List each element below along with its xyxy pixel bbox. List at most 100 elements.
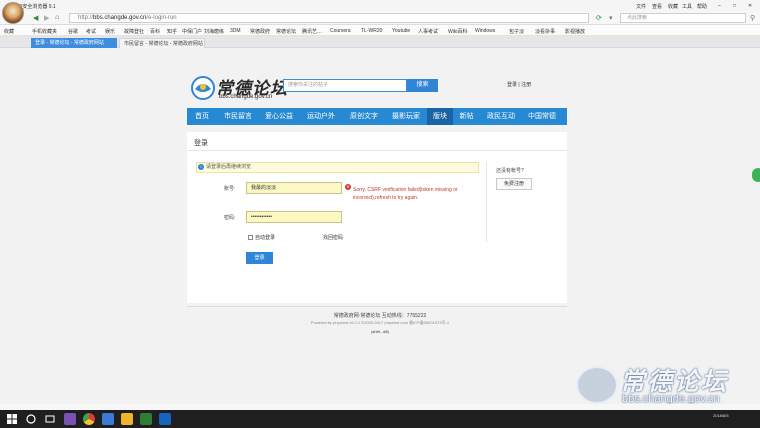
nav-photography[interactable]: 摄影玩家 — [385, 108, 427, 125]
bookmark-item[interactable]: 百科 — [150, 28, 160, 35]
taskbar-app-icon[interactable] — [159, 413, 171, 425]
bookmark-item[interactable]: 刘海磨练 — [204, 28, 224, 35]
login-button[interactable]: 登录 — [246, 252, 273, 264]
file-explorer-icon[interactable] — [121, 413, 133, 425]
browser-mascot-icon — [2, 2, 24, 24]
nav-outdoor[interactable]: 运动户外 — [299, 108, 343, 125]
menu-file[interactable]: 文件 — [636, 3, 646, 10]
login-title: 登录 — [194, 140, 208, 147]
account-field[interactable]: 我最的淡淡 — [246, 182, 342, 194]
nav-home[interactable]: 首页 — [187, 108, 217, 125]
bookmark-item[interactable]: Wiki百科 — [448, 28, 467, 35]
taskbar-clock: 2018/8/5 — [713, 413, 729, 418]
forgot-password-link[interactable]: 找回密码 — [323, 234, 343, 241]
home-icon[interactable]: ⌂ — [55, 14, 59, 21]
no-account-text: 还没有帐号? — [496, 168, 524, 174]
dropdown-chevron-icon[interactable]: ▾ — [609, 14, 613, 22]
bookmarks-bar: 收藏 手机收藏夹 谷歌 考试 娱乐 故障登社 百科 知乎 中保门户 刘海磨练 3… — [0, 25, 760, 36]
taskbar-app-icon[interactable] — [64, 413, 76, 425]
footer-line: 常德政府网·常德论坛 互动热线：7755222 — [333, 313, 427, 319]
taskbar — [0, 410, 760, 428]
maximize-icon[interactable]: □ — [733, 3, 736, 9]
taskbar-app-icon[interactable] — [102, 413, 114, 425]
bookmark-item[interactable]: 常德论坛 — [276, 28, 296, 35]
bookmark-item[interactable]: Windows — [475, 28, 495, 34]
bookmark-item[interactable]: Youtube — [392, 28, 410, 34]
bookmark-item[interactable]: 中保门户 — [182, 28, 202, 35]
bookmark-item[interactable]: Coursera — [330, 28, 351, 34]
account-label: 账号: — [224, 186, 236, 192]
login-card — [187, 132, 567, 303]
windows-start-icon[interactable] — [6, 413, 18, 425]
bookmark-item[interactable]: 人事考试 — [418, 28, 438, 35]
menu-favorites[interactable]: 收藏 — [668, 3, 678, 10]
bookmark-item[interactable]: 故障登社 — [124, 28, 144, 35]
bookmark-item[interactable]: 谷歌 — [68, 28, 78, 35]
search-icon[interactable]: ⚲ — [750, 14, 755, 22]
site-search-input[interactable]: 搜索你关注的帖子 — [283, 79, 407, 92]
minimize-icon[interactable]: – — [718, 3, 721, 9]
chrome-icon[interactable] — [83, 413, 95, 425]
divider — [187, 150, 567, 151]
nav-charity[interactable]: 爱心公益 — [259, 108, 299, 125]
main-nav: 首页 市民留言 爱心公益 运动户外 原创文字 摄影玩家 版块 新帖 政民互动 中… — [187, 108, 567, 125]
close-icon[interactable]: ✕ — [748, 3, 752, 9]
auto-login-label[interactable]: 自动登录 — [255, 234, 275, 241]
register-button[interactable]: 免费注册 — [496, 178, 532, 190]
nav-boards[interactable]: 版块 — [427, 108, 453, 125]
footer-note: (shift...d8) — [371, 329, 389, 334]
divider — [486, 162, 487, 242]
bookmark-item[interactable]: 腾讯艺… — [302, 28, 322, 35]
nav-gov-interaction[interactable]: 政民互动 — [480, 108, 522, 125]
site-logo-icon — [191, 76, 215, 100]
menu-tools[interactable]: 工具 — [682, 3, 692, 10]
back-icon[interactable]: ◀ — [33, 14, 38, 22]
menu-help[interactable]: 帮助 — [697, 3, 707, 10]
tab-citizen-messages[interactable]: 市民留言 - 常德论坛 - 常德政府网站 — [119, 38, 205, 48]
task-view-icon[interactable] — [44, 413, 56, 425]
error-message: Sorry, CSRF verification failed(token mi… — [353, 187, 458, 201]
password-field[interactable]: •••••••••••• — [246, 211, 342, 223]
auto-login-checkbox[interactable] — [248, 235, 253, 240]
taskbar-app-icon[interactable] — [140, 413, 152, 425]
nav-citizen-messages[interactable]: 市民留言 — [217, 108, 259, 125]
browser-search-input[interactable]: 点此搜索 — [620, 13, 746, 23]
menu-view[interactable]: 查看 — [652, 3, 662, 10]
url-path: /e-login-run — [146, 15, 177, 21]
browser-title-bar: 360安全浏览器 9.1 文件 查看 收藏 工具 帮助 – □ ✕ — [0, 0, 760, 11]
info-icon: i — [198, 164, 204, 170]
bookmark-item[interactable]: 淡看杂事 — [535, 28, 555, 35]
tab-login[interactable]: 登录 - 常德论坛 - 常德政府网站 — [31, 38, 117, 48]
footer-divider — [187, 306, 567, 307]
login-notice: 请登录后再继续浏览 — [196, 162, 479, 173]
bookmark-item[interactable]: TL-WR20 — [361, 28, 382, 34]
side-float-button[interactable] — [752, 168, 760, 182]
password-label: 密码: — [224, 215, 236, 221]
nav-china-changde[interactable]: 中国常德 — [522, 108, 562, 125]
refresh-icon[interactable]: ⟳ — [596, 14, 602, 22]
nav-new-posts[interactable]: 新帖 — [453, 108, 480, 125]
footer-powered-by: Powered by phpwind v9.0.1 ©2003-2017 php… — [310, 320, 450, 325]
forward-icon[interactable]: ▶ — [44, 14, 49, 22]
bookmark-item[interactable]: 包子淡 — [509, 28, 524, 35]
bookmark-item[interactable]: 收藏 — [4, 28, 14, 35]
site-brand-url: bbs.changde.gov.cn — [219, 94, 273, 100]
watermark-seal-icon — [576, 366, 618, 404]
error-icon: ✕ — [345, 184, 351, 190]
bookmark-item[interactable]: 知乎 — [167, 28, 177, 35]
bookmark-item[interactable]: 3DM — [230, 28, 241, 34]
bookmark-item[interactable]: 娱乐 — [105, 28, 115, 35]
nav-original-writing[interactable]: 原创文字 — [343, 108, 385, 125]
address-bar[interactable]: http://bbs.changde.gov.cn/e-login-run — [69, 13, 589, 23]
login-register-links[interactable]: 登录 | 注册 — [507, 81, 531, 88]
bookmark-item[interactable]: 手机收藏夹 — [32, 28, 57, 35]
tab-label: 市民留言 - 常德论坛 - 常德政府网站 — [124, 41, 203, 47]
tab-strip: 登录 - 常德论坛 - 常德政府网站 市民留言 - 常德论坛 - 常德政府网站 — [0, 36, 760, 48]
bookmark-item[interactable]: 常德政府 — [250, 28, 270, 35]
search-circle-icon[interactable] — [25, 413, 37, 425]
tab-label: 登录 - 常德论坛 - 常德政府网站 — [35, 40, 104, 46]
url-prefix: http:// — [78, 15, 94, 21]
bookmark-item[interactable]: 影视播放 — [565, 28, 585, 35]
site-search-button[interactable]: 搜索 — [407, 79, 438, 92]
bookmark-item[interactable]: 考试 — [86, 28, 96, 35]
